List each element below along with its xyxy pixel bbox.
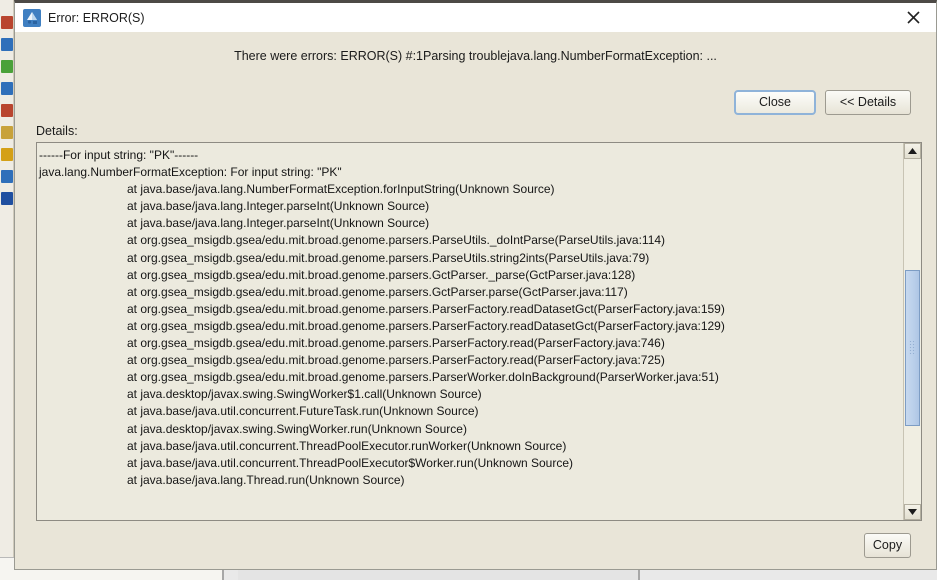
background-toolbar-icon xyxy=(0,60,13,73)
stack-trace-line: at org.gsea_msigdb.gsea/edu.mit.broad.ge… xyxy=(127,267,636,282)
error-message-text: There were errors: ERROR(S) #:1Parsing t… xyxy=(234,49,717,63)
close-button[interactable]: Close xyxy=(734,89,816,115)
stack-trace-line: at org.gsea_msigdb.gsea/edu.mit.broad.ge… xyxy=(127,301,725,316)
stack-trace-line: at java.base/java.lang.NumberFormatExcep… xyxy=(127,182,555,197)
stack-trace-line: at org.gsea_msigdb.gsea/edu.mit.broad.ge… xyxy=(127,233,666,248)
stack-trace-line: at org.gsea_msigdb.gsea/edu.mit.broad.ge… xyxy=(127,318,725,333)
background-left-toolbar xyxy=(0,0,14,558)
background-toolbar-icon xyxy=(0,192,13,205)
background-toolbar-icon xyxy=(0,126,13,139)
stack-trace-line: at java.desktop/javax.swing.SwingWorker.… xyxy=(127,421,467,436)
triangle-up-icon[interactable] xyxy=(904,143,921,159)
dialog-footer-row: Copy xyxy=(15,521,936,569)
details-scrollbar[interactable] xyxy=(903,143,921,520)
screen: Error: ERROR(S) There were errors: ERROR… xyxy=(0,0,937,580)
copy-button[interactable]: Copy xyxy=(864,532,911,558)
stack-trace-line: at org.gsea_msigdb.gsea/edu.mit.broad.ge… xyxy=(127,336,665,351)
close-icon[interactable] xyxy=(890,3,936,32)
triangle-down-icon[interactable] xyxy=(904,504,921,520)
stack-trace-text[interactable]: ------For input string: "PK"------ java.l… xyxy=(37,143,903,520)
error-dialog: Error: ERROR(S) There were errors: ERROR… xyxy=(14,0,937,570)
scrollbar-grip xyxy=(909,340,916,356)
details-label: Details: xyxy=(36,124,78,138)
error-message-row: There were errors: ERROR(S) #:1Parsing t… xyxy=(15,32,936,80)
stack-trace-line: at java.base/java.util.concurrent.Thread… xyxy=(127,438,567,453)
background-toolbar-icon xyxy=(0,38,13,51)
dialog-titlebar: Error: ERROR(S) xyxy=(15,3,936,32)
stack-trace-line: at java.base/java.util.concurrent.Thread… xyxy=(127,455,574,470)
dialog-title: Error: ERROR(S) xyxy=(48,10,145,25)
scrollbar-thumb[interactable] xyxy=(905,270,920,426)
stack-trace-line: java.lang.NumberFormatException: For inp… xyxy=(39,165,342,180)
stack-trace-line: at java.base/java.lang.Thread.run(Unknow… xyxy=(127,472,405,487)
stack-trace-line: at java.base/java.lang.Integer.parseInt(… xyxy=(127,199,430,214)
stack-trace-line: at org.gsea_msigdb.gsea/edu.mit.broad.ge… xyxy=(127,353,665,368)
background-toolbar-icon xyxy=(0,82,13,95)
background-toolbar-icon xyxy=(0,148,13,161)
dialog-button-row: Close << Details xyxy=(15,80,936,124)
stack-trace-line: ------For input string: "PK"------ xyxy=(39,148,199,162)
details-text-area[interactable]: ------For input string: "PK"------ java.l… xyxy=(36,142,922,521)
scrollbar-track[interactable] xyxy=(904,159,921,504)
background-toolbar-icon xyxy=(0,16,13,29)
background-toolbar-icon xyxy=(0,170,13,183)
details-toggle-button[interactable]: << Details xyxy=(825,89,911,115)
stack-trace-line: at org.gsea_msigdb.gsea/edu.mit.broad.ge… xyxy=(127,370,719,385)
stack-trace-line: at java.base/java.util.concurrent.Future… xyxy=(127,404,479,419)
background-toolbar-icon xyxy=(0,104,13,117)
stack-trace-line: at java.desktop/javax.swing.SwingWorker$… xyxy=(127,387,482,402)
stack-trace-line: at org.gsea_msigdb.gsea/edu.mit.broad.ge… xyxy=(127,250,650,265)
stack-trace-line: at org.gsea_msigdb.gsea/edu.mit.broad.ge… xyxy=(127,284,628,299)
gsea-app-icon xyxy=(23,8,41,27)
stack-trace-line: at java.base/java.lang.Integer.parseInt(… xyxy=(127,216,430,231)
